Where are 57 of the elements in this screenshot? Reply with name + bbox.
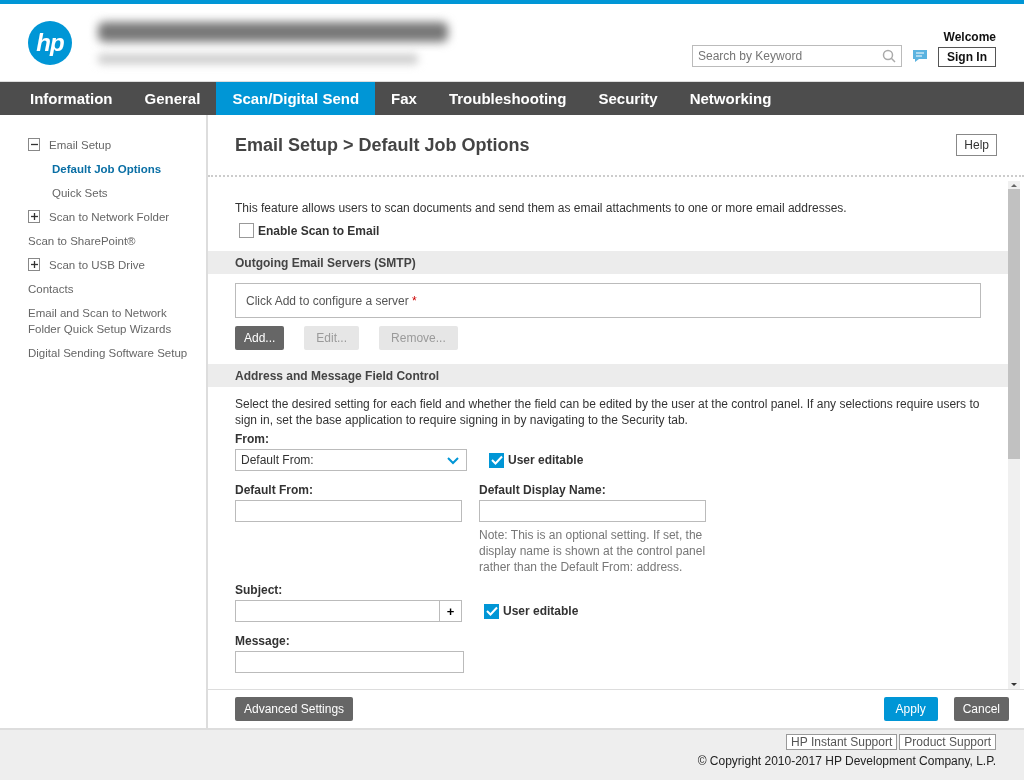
sidebar-item[interactable]: Scan to SharePoint® [28, 233, 200, 249]
nav-tab[interactable]: Fax [375, 82, 433, 115]
checkbox[interactable] [484, 603, 499, 619]
sidebar-item[interactable]: Default Job Options [52, 161, 206, 177]
copyright-text: © Copyright 2010-2017 HP Development Company, L.P. [697, 754, 996, 768]
field-label: Subject: [235, 583, 284, 597]
nav-tab[interactable]: General [128, 82, 217, 115]
expand-toggle-icon[interactable] [28, 258, 41, 271]
apply-button[interactable]: Apply [883, 697, 938, 721]
from-dropdown[interactable]: Default From: [235, 449, 467, 471]
sign-in-button[interactable]: Sign In [938, 47, 996, 67]
field-label: Default Display Name: [479, 483, 607, 497]
sidebar-item[interactable]: Digital Sending Software Setup [28, 345, 200, 361]
nav-tab[interactable]: Security [582, 82, 674, 115]
page-title: Email Setup > Default Job Options [235, 134, 530, 156]
chevron-down-icon[interactable] [446, 455, 460, 465]
nav-tab[interactable]: Scan/Digital Send [216, 82, 376, 115]
checkbox-label: User editable [508, 453, 584, 467]
sidebar-item[interactable]: Quick Sets [52, 185, 206, 201]
checkbox[interactable] [239, 223, 254, 238]
cancel-button[interactable]: Cancel [953, 697, 1009, 721]
hp-logo: hp [28, 20, 72, 65]
checkbox-label: User editable [503, 604, 579, 618]
field-label: Default From: [235, 483, 314, 497]
search-icon[interactable] [882, 49, 896, 63]
checkbox[interactable] [489, 452, 504, 468]
input-field[interactable] [235, 500, 462, 522]
note-text: Note: This is an optional setting. If set, the display name is shown at the control panel rather than the Default From: address. [479, 527, 706, 575]
section-header: Address and Message Field Control [208, 364, 1008, 387]
sidebar-item[interactable]: Email and Scan to Network Folder Quick Setup Wizards [28, 305, 200, 337]
field-label: From: [235, 432, 270, 446]
expand-toggle-icon[interactable] [28, 138, 41, 151]
input-field[interactable] [479, 500, 706, 522]
support-link[interactable]: Product Support [899, 734, 996, 750]
scrollbar[interactable] [1008, 181, 1020, 689]
sidebar-item[interactable]: Scan to Network Folder [49, 209, 206, 225]
server-action-button[interactable]: Add... [235, 326, 285, 350]
sidebar-item[interactable]: Email Setup [49, 137, 206, 153]
expand-toggle-icon[interactable] [28, 210, 41, 223]
nav-tab[interactable]: Troubleshooting [432, 82, 583, 115]
support-link[interactable]: HP Instant Support [786, 734, 898, 750]
sidebar-item[interactable]: Contacts [28, 281, 200, 297]
field-label: Message: [235, 634, 291, 648]
chat-icon[interactable] [912, 49, 928, 63]
intro-text: This feature allows users to scan documents and send them as email attachments to one or more email addresses. [235, 201, 848, 215]
nav-tab[interactable]: Networking [673, 82, 788, 115]
sidebar-item[interactable]: Scan to USB Drive [49, 257, 206, 273]
checkbox-label: Enable Scan to Email [258, 223, 380, 238]
welcome-text: Welcome [943, 30, 996, 44]
nav-tab[interactable]: Information [14, 82, 129, 115]
section-header: Outgoing Email Servers (SMTP) [208, 251, 1008, 274]
placeholder-text: Click Add to configure a server * [246, 293, 417, 308]
advanced-settings-button[interactable]: Advanced Settings [235, 697, 354, 721]
search-field[interactable]: Search by Keyword [692, 45, 902, 67]
input-field[interactable] [235, 651, 464, 673]
description-text: Select the desired setting for each field and whether the field can be edited by the user at the control panel. If any selections require users to sign in, set the base application to require signing in by navigating to the Security tab. [235, 396, 981, 428]
help-button[interactable]: Help [956, 134, 997, 156]
